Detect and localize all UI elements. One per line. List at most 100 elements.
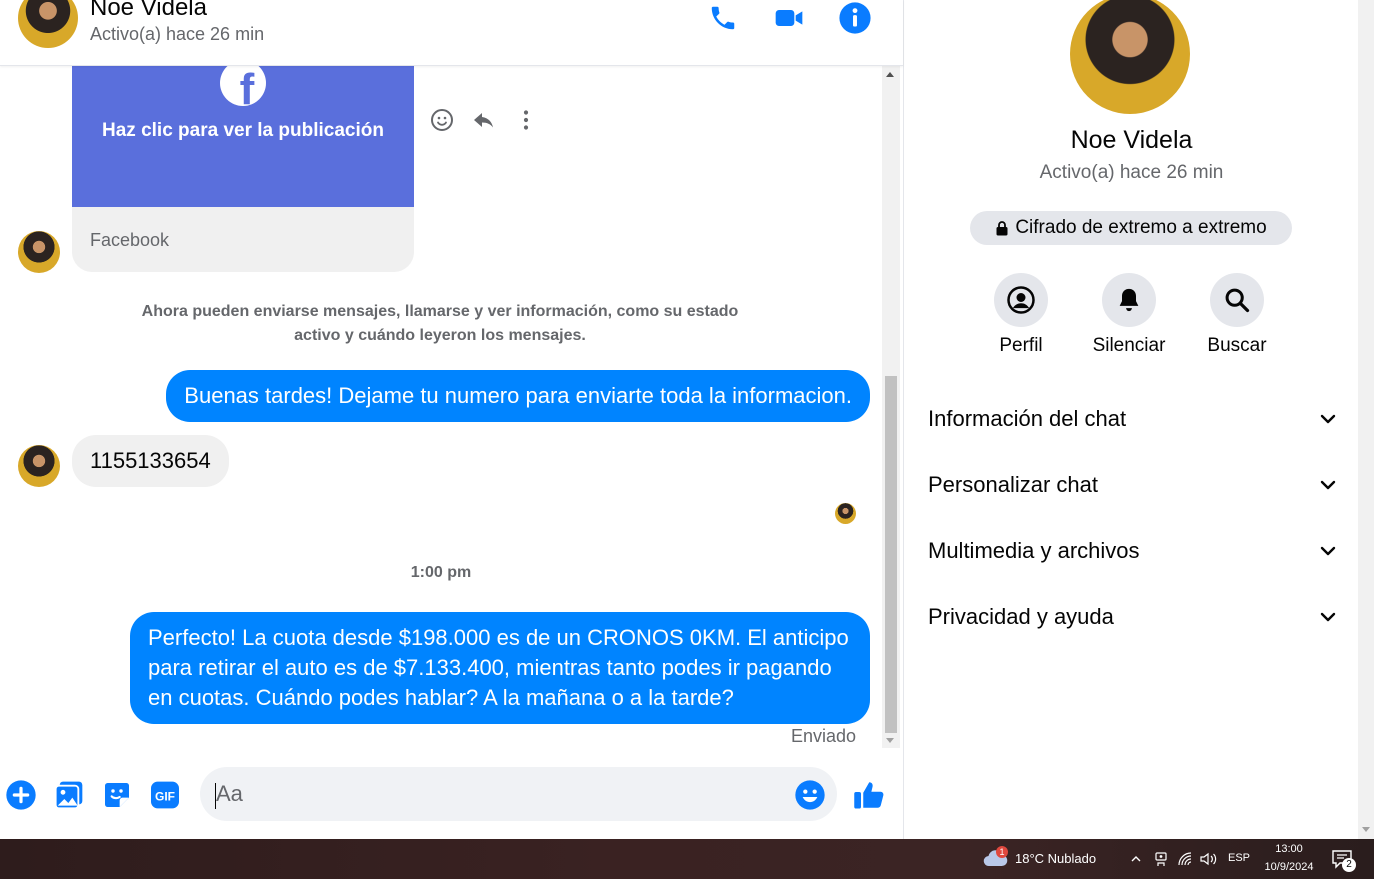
thumbs-up-icon: [854, 782, 884, 809]
sticker-button[interactable]: [101, 779, 133, 811]
clock-date[interactable]: 10/9/2024: [1258, 861, 1320, 873]
info-icon: [839, 2, 871, 34]
emoji-icon: [795, 780, 825, 810]
panel-contact-name: Noe Videla: [1070, 126, 1193, 154]
notification-count-badge: 2: [1342, 858, 1356, 872]
section-label: Privacidad y ayuda: [928, 604, 1114, 629]
chat-column: Noe Videla Activo(a) hace 26 min f Haz c…: [0, 0, 903, 839]
phone-icon: [711, 6, 735, 30]
read-receipt-avatar: [835, 503, 856, 524]
contact-status: Activo(a) hace 26 min: [90, 24, 265, 44]
voice-call-button[interactable]: [705, 0, 741, 36]
section-label: Multimedia y archivos: [928, 538, 1140, 563]
conversation-info-button[interactable]: [837, 0, 873, 36]
panel-contact-status: Activo(a) hace 26 min: [1039, 162, 1224, 183]
encryption-badge[interactable]: Cifrado de extremo a extremo: [970, 211, 1292, 245]
chevron-up-icon: [1131, 856, 1141, 862]
link-preview-cta[interactable]: Haz clic para ver la publicación: [72, 120, 414, 142]
link-preview-card[interactable]: f Haz clic para ver la publicación Faceb…: [72, 66, 414, 272]
bell-icon: [1119, 288, 1139, 312]
more-actions-button[interactable]: [5, 779, 37, 811]
profile-button[interactable]: Perfil: [971, 273, 1071, 357]
tray-meet-button[interactable]: [1152, 850, 1170, 868]
chevron-down-icon: [1320, 480, 1336, 490]
react-button[interactable]: [430, 106, 454, 134]
message-composer: GIF: [0, 765, 903, 825]
text-caret: [215, 783, 216, 809]
gif-label: GIF: [155, 789, 175, 803]
sticker-icon: [105, 783, 129, 807]
delivery-status: Enviado: [790, 726, 856, 746]
mute-label: Silenciar: [1092, 335, 1166, 356]
contact-avatar[interactable]: [18, 0, 78, 48]
tray-volume-button[interactable]: [1200, 850, 1218, 868]
tray-network-button[interactable]: [1177, 850, 1195, 868]
like-button[interactable]: [852, 777, 888, 813]
sender-avatar[interactable]: [18, 445, 60, 487]
mute-button[interactable]: Silenciar: [1079, 273, 1179, 357]
message-input[interactable]: [200, 767, 837, 821]
facebook-logo-icon: f: [220, 66, 266, 106]
conversation-info-panel: Noe Videla Activo(a) hace 26 min Cifrado…: [903, 0, 1358, 839]
video-call-button[interactable]: [771, 0, 807, 36]
image-icon: [54, 781, 83, 810]
smiley-icon: [431, 109, 453, 131]
section-media-files[interactable]: Multimedia y archivos: [928, 531, 1338, 571]
more-vertical-icon: [523, 110, 529, 130]
link-preview-banner[interactable]: f Haz clic para ver la publicación: [72, 66, 414, 207]
message-bubble-incoming[interactable]: 1155133654: [72, 435, 229, 487]
system-notice: Ahora pueden enviarse mensajes, llamarse…: [141, 303, 739, 344]
more-options-button[interactable]: [514, 106, 538, 134]
link-preview-source: Facebook: [90, 230, 170, 250]
video-camera-icon: [775, 10, 803, 26]
message-list: f Haz clic para ver la publicación Faceb…: [0, 66, 882, 748]
page-scrollbar[interactable]: [1358, 0, 1374, 839]
chat-scrollbar-thumb[interactable]: [885, 376, 897, 733]
chevron-down-icon: [1320, 546, 1336, 556]
windows-taskbar: 1 18°C Nublado ESP 13:00 10/9/2024 2: [0, 839, 1374, 879]
chevron-down-icon: [1320, 612, 1336, 622]
search-button-circle[interactable]: [1210, 273, 1264, 327]
section-label: Información del chat: [928, 406, 1127, 431]
gif-icon: GIF: [151, 781, 179, 809]
reply-button[interactable]: [472, 106, 496, 134]
message-bubble-outgoing[interactable]: Buenas tardes! Dejame tu numero para env…: [166, 370, 870, 422]
message-actions: [430, 106, 538, 134]
search-label: Buscar: [1207, 335, 1267, 356]
section-privacy-help[interactable]: Privacidad y ayuda: [928, 597, 1338, 637]
encryption-label: Cifrado de extremo a extremo: [1015, 217, 1267, 238]
scroll-down-arrow-icon[interactable]: [886, 738, 894, 743]
lock-icon: [996, 221, 1008, 236]
chat-header: Noe Videla Activo(a) hace 26 min: [0, 0, 903, 66]
volume-icon: [1200, 852, 1217, 866]
scroll-up-arrow-icon[interactable]: [886, 72, 894, 77]
profile-icon: [1007, 286, 1035, 314]
reply-icon: [474, 113, 493, 128]
gif-button[interactable]: GIF: [149, 779, 181, 811]
sender-avatar[interactable]: [18, 231, 60, 273]
message-timestamp: 1:00 pm: [410, 564, 472, 581]
app-window: Noe Videla Activo(a) hace 26 min f Haz c…: [0, 0, 1374, 879]
search-icon: [1225, 288, 1250, 313]
show-hidden-icons-button[interactable]: [1127, 850, 1145, 868]
input-language[interactable]: ESP: [1228, 852, 1250, 864]
section-label: Personalizar chat: [928, 472, 1098, 497]
weather-alert-badge: 1: [996, 846, 1008, 858]
profile-button-circle[interactable]: [994, 273, 1048, 327]
weather-text[interactable]: 18°C Nublado: [1015, 851, 1096, 866]
section-customize-chat[interactable]: Personalizar chat: [928, 465, 1338, 505]
wifi-icon: [1178, 852, 1192, 866]
mute-button-circle[interactable]: [1102, 273, 1156, 327]
profile-label: Perfil: [999, 335, 1043, 356]
emoji-button[interactable]: [794, 779, 826, 811]
chevron-down-icon: [1320, 414, 1336, 424]
page-scroll-down-arrow-icon[interactable]: [1362, 827, 1370, 832]
clock-time[interactable]: 13:00: [1262, 843, 1316, 855]
section-chat-info[interactable]: Información del chat: [928, 399, 1338, 439]
search-button[interactable]: Buscar: [1187, 273, 1287, 357]
plus-circle-icon: [6, 780, 36, 810]
panel-contact-avatar[interactable]: [1070, 0, 1190, 114]
attach-image-button[interactable]: [53, 779, 85, 811]
contact-name[interactable]: Noe Videla: [90, 0, 207, 22]
message-bubble-outgoing[interactable]: Perfecto! La cuota desde $198.000 es de …: [130, 612, 870, 724]
